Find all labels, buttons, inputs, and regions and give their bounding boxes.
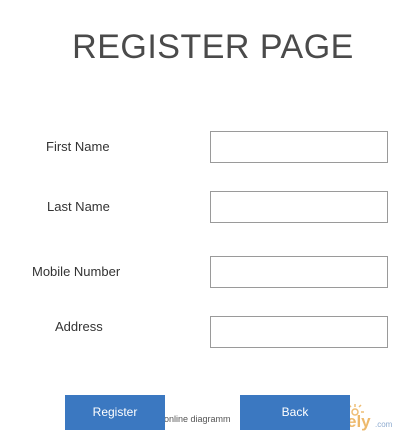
- address-label: Address: [55, 319, 103, 334]
- last-name-input[interactable]: [210, 191, 388, 223]
- logo-domain: .com: [375, 420, 393, 429]
- first-name-label: First Name: [46, 139, 110, 154]
- back-button[interactable]: Back: [240, 395, 350, 430]
- first-name-input[interactable]: [210, 131, 388, 163]
- register-page: REGISTER PAGE First Name Last Name Mobil…: [0, 0, 400, 440]
- logo-text: ely: [347, 412, 371, 431]
- watermark-text: online diagramm: [164, 414, 231, 424]
- mobile-number-label: Mobile Number: [32, 264, 121, 279]
- page-title: REGISTER PAGE: [72, 28, 354, 66]
- register-button[interactable]: Register: [65, 395, 165, 430]
- address-input[interactable]: [210, 316, 388, 348]
- last-name-label: Last Name: [47, 199, 110, 214]
- mobile-number-input[interactable]: [210, 256, 388, 288]
